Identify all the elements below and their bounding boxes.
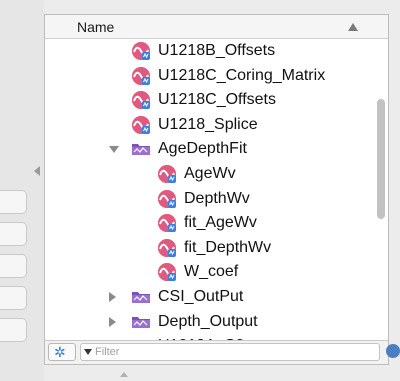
tree-item-label: W_coef <box>184 263 239 281</box>
resize-grip-icon[interactable] <box>120 372 128 377</box>
left-sidebar-strip <box>0 0 44 381</box>
tree-item-label: U1218_Splice <box>158 115 258 133</box>
footer-bar: ✲ <box>45 340 388 364</box>
wave-row[interactable]: U1218C_Offsets <box>45 88 375 112</box>
data-browser-panel: Name U1218B_Offsets U1218C_Coring_Matrix U… <box>44 14 389 365</box>
sidebar-tab[interactable] <box>0 190 27 214</box>
tree-item-label: CSI_OutPut <box>158 288 244 305</box>
gear-icon: ✲ <box>54 344 66 360</box>
column-header[interactable]: Name <box>45 15 388 39</box>
tree-item-label: AgeWv <box>184 165 236 182</box>
disclosure-closed-icon[interactable] <box>109 316 116 327</box>
filter-field[interactable] <box>80 343 380 361</box>
sidebar-tab[interactable] <box>0 254 27 278</box>
sort-ascending-icon[interactable] <box>348 23 358 31</box>
tree-item-label: AgeDepthFit <box>158 140 247 158</box>
gear-menu-button[interactable]: ✲ <box>48 343 76 361</box>
wave-row[interactable]: AgeWv <box>45 162 375 186</box>
sidebar-tab[interactable] <box>0 222 27 246</box>
tree-item-label: Depth_Output <box>158 312 258 330</box>
disclosure-closed-icon[interactable] <box>109 292 116 302</box>
collapse-left-icon[interactable] <box>34 166 40 176</box>
tree-item-label: U1218B_Offsets <box>158 42 276 59</box>
filter-menu-icon[interactable] <box>84 349 92 355</box>
tree-item-label: fit_DepthWv <box>184 238 272 256</box>
disclosure-open-icon[interactable] <box>109 146 119 154</box>
wave-row[interactable]: DepthWv <box>45 187 375 211</box>
wave-row[interactable]: U1218C_Coring_Matrix <box>45 64 375 88</box>
info-icon[interactable] <box>386 344 400 358</box>
wave-row[interactable]: fit_AgeWv <box>45 211 375 235</box>
wave-row[interactable]: W_coef <box>45 260 375 284</box>
folder-row[interactable]: Depth_Output <box>45 310 375 334</box>
sidebar-tab[interactable] <box>0 318 27 342</box>
folder-row[interactable]: CSI_OutPut <box>45 285 375 309</box>
tree-item-label: U1218C_Offsets <box>158 91 276 109</box>
tree-item-label: U1218C_Coring_Matrix <box>158 66 326 84</box>
scroll-thumb[interactable] <box>377 99 385 219</box>
name-column-label: Name <box>77 19 115 35</box>
wave-row[interactable]: fit_DepthWv <box>45 236 375 260</box>
vertical-scrollbar[interactable] <box>375 39 387 341</box>
folder-row[interactable]: AgeDepthFit <box>45 137 375 161</box>
wave-row[interactable]: U1218_Splice <box>45 113 375 137</box>
wave-row[interactable]: U1218B_Offsets <box>45 39 375 63</box>
tree-item-label: DepthWv <box>184 189 250 207</box>
filter-input[interactable] <box>95 345 365 359</box>
sidebar-tab[interactable] <box>0 286 27 310</box>
tree-item-label: fit_AgeWv <box>184 214 257 232</box>
